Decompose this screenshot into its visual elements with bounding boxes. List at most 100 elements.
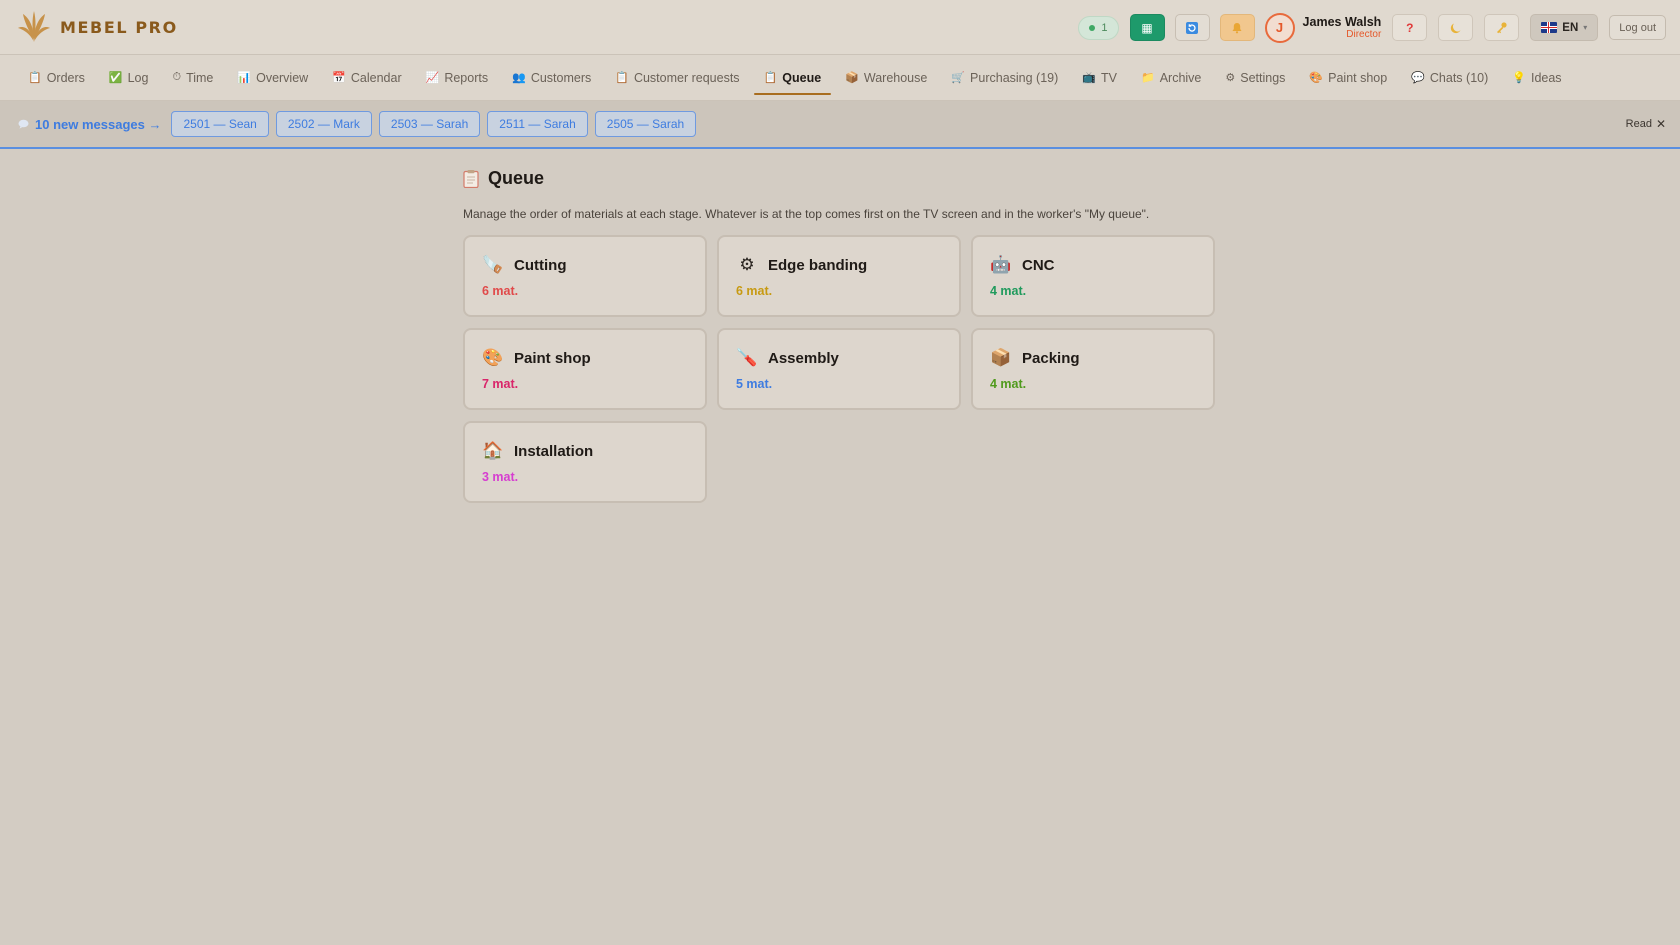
- nav-item-label: Paint shop: [1328, 70, 1388, 85]
- stage-card-installation[interactable]: 🏠 Installation 3 mat.: [463, 421, 707, 503]
- stage-name: Installation: [514, 442, 594, 460]
- stopwatch-icon: ⏱: [172, 71, 182, 83]
- logout-button[interactable]: Log out: [1609, 15, 1666, 40]
- nav-item-archive[interactable]: 📁 Archive: [1131, 62, 1211, 94]
- stage-card-packing[interactable]: 📦 Packing 4 mat.: [971, 328, 1215, 410]
- nav-item-customers[interactable]: 👥 Customers: [502, 62, 601, 94]
- stage-grid: 🪚 Cutting 6 mat. ⚙ Edge banding 6 mat. 🤖 CNC 4 m…: [463, 235, 1218, 503]
- leaf-logo-icon: [18, 11, 50, 42]
- nav-item-settings[interactable]: ⚙ Settings: [1215, 62, 1295, 94]
- nav-item-label: Customers: [530, 70, 592, 85]
- clipboard-icon: 📋: [28, 72, 42, 84]
- nav-item-paint-shop[interactable]: 🎨 Paint shop: [1299, 62, 1397, 94]
- bell-icon: [1232, 22, 1242, 33]
- stage-name: Cutting: [514, 256, 567, 274]
- gear-icon: ⚙: [739, 255, 755, 274]
- nav-item-label: Reports: [444, 70, 489, 85]
- bar-chart-icon: 📊: [237, 72, 252, 84]
- clipboard-icon: 📋: [615, 72, 629, 84]
- refresh-icon: [1186, 21, 1199, 34]
- online-dot-icon: [1089, 24, 1096, 31]
- stage-material-count: 7 mat.: [482, 377, 519, 391]
- stage-card-assembly[interactable]: 🪛 Assembly 5 mat.: [717, 328, 961, 410]
- present-button[interactable]: ▦: [1129, 14, 1165, 41]
- user-info[interactable]: James Walsh Director: [1303, 15, 1382, 41]
- stage-card-cnc[interactable]: 🤖 CNC 4 mat.: [971, 235, 1215, 317]
- brand[interactable]: MEBEL PRO: [16, 9, 178, 45]
- message-chip[interactable]: 2503 — Sarah: [378, 111, 481, 137]
- message-chip[interactable]: 2502 — Mark: [275, 111, 372, 137]
- theme-toggle-button[interactable]: [1438, 14, 1474, 41]
- message-chip[interactable]: 2501 — Sean: [171, 111, 269, 137]
- nav-item-customer-requests[interactable]: 📋 Customer requests: [605, 62, 749, 94]
- stage-card-header: 🤖 CNC: [990, 255, 1196, 275]
- nav-item-purchasing-19[interactable]: 🛒 Purchasing (19): [941, 62, 1068, 94]
- nav-item-overview[interactable]: 📊 Overview: [227, 62, 318, 94]
- palette-icon: 🎨: [482, 348, 504, 367]
- grid-icon: ▦: [1141, 20, 1153, 35]
- stage-name: Paint shop: [514, 349, 591, 367]
- nav-item-tv[interactable]: 📺 TV: [1072, 62, 1127, 94]
- stage-card-header: 🪛 Assembly: [736, 348, 942, 368]
- message-chip[interactable]: 2505 — Sarah: [594, 111, 697, 137]
- stage-material-count: 6 mat.: [736, 284, 773, 298]
- online-users-badge[interactable]: 1: [1078, 15, 1119, 40]
- mark-read-button[interactable]: Read ✕: [1626, 117, 1666, 131]
- bulb-icon: 💡: [1512, 72, 1526, 84]
- help-button[interactable]: ?: [1392, 14, 1428, 41]
- chat-icon: 💬: [1411, 72, 1425, 84]
- nav-item-reports[interactable]: 📈 Reports: [416, 62, 498, 94]
- stage-material-count: 5 mat.: [736, 377, 773, 391]
- stage-name: Assembly: [768, 349, 839, 367]
- nav-item-chats-10[interactable]: 💬 Chats (10): [1401, 62, 1498, 94]
- uk-flag-icon: [1541, 22, 1558, 33]
- cart-icon: 🛒: [951, 72, 966, 84]
- folder-icon: 📁: [1140, 72, 1155, 84]
- line-chart-icon: 📈: [425, 72, 440, 84]
- page-description: Manage the order of materials at each st…: [463, 207, 1150, 221]
- nav-item-label: Orders: [46, 70, 85, 85]
- brand-name: MEBEL PRO: [60, 17, 178, 37]
- avatar[interactable]: J: [1264, 12, 1295, 43]
- stage-name: CNC: [1022, 256, 1055, 274]
- stage-card-paint-shop[interactable]: 🎨 Paint shop 7 mat.: [463, 328, 707, 410]
- package-icon: 📦: [990, 348, 1012, 367]
- nav-item-log[interactable]: ✅ Log: [99, 62, 159, 94]
- refresh-button[interactable]: [1174, 14, 1210, 41]
- nav-item-queue[interactable]: 📋 Queue: [753, 62, 832, 95]
- stage-card-cutting[interactable]: 🪚 Cutting 6 mat.: [463, 235, 707, 317]
- nav-item-label: Chats (10): [1429, 70, 1489, 85]
- stage-card-header: 🪚 Cutting: [482, 255, 688, 275]
- chat-bubble-icon: [18, 119, 29, 129]
- stage-material-count: 4 mat.: [990, 284, 1027, 298]
- password-button[interactable]: [1484, 14, 1520, 41]
- language-select[interactable]: EN ▾: [1530, 14, 1599, 41]
- nav-item-time[interactable]: ⏱ Time: [162, 62, 223, 94]
- nav-item-label: Overview: [256, 70, 309, 85]
- screwdriver-icon: 🪛: [736, 348, 758, 367]
- stage-name: Packing: [1022, 349, 1080, 367]
- page-title: Queue: [463, 168, 1218, 189]
- nav-item-label: Time: [186, 70, 214, 85]
- message-chips: 2501 — Sean 2502 — Mark 2503 — Sarah 2511 —…: [171, 111, 703, 137]
- nav-item-calendar[interactable]: 📅 Calendar: [322, 62, 411, 94]
- nav-item-label: Log: [127, 70, 149, 85]
- notifications-button[interactable]: [1219, 14, 1255, 41]
- close-icon: ✕: [1655, 117, 1666, 131]
- nav-item-ideas[interactable]: 💡 Ideas: [1502, 62, 1571, 94]
- nav-item-label: Settings: [1240, 70, 1286, 85]
- new-messages-count: 10 new messages →: [35, 116, 162, 132]
- user-name: James Walsh: [1302, 14, 1382, 29]
- nav-item-orders[interactable]: 📋 Orders: [18, 62, 95, 94]
- house-icon: 🏠: [482, 441, 504, 460]
- stage-card-edge-banding[interactable]: ⚙ Edge banding 6 mat.: [717, 235, 961, 317]
- nav-item-label: Calendar: [350, 70, 402, 85]
- nav-item-warehouse[interactable]: 📦 Warehouse: [835, 62, 937, 94]
- user-role: Director: [1346, 28, 1382, 40]
- message-chip[interactable]: 2511 — Sarah: [487, 111, 588, 137]
- new-messages-link[interactable]: 10 new messages →: [18, 117, 161, 132]
- gear-icon: ⚙: [1225, 72, 1236, 84]
- checkbox-icon: ✅: [108, 72, 123, 84]
- robot-icon: 🤖: [990, 255, 1012, 274]
- saw-icon: 🪚: [482, 255, 504, 274]
